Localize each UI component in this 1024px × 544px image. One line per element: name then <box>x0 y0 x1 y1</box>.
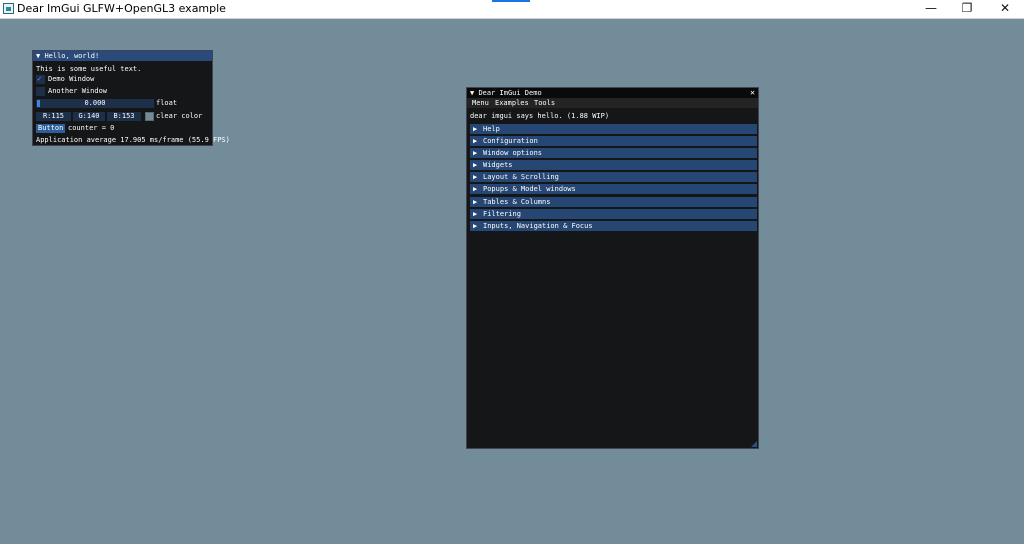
float-value: 0.000 <box>84 99 106 107</box>
header-label: Inputs, Navigation & Focus <box>483 222 593 230</box>
expand-arrow-icon: ▶ <box>473 125 478 133</box>
expand-arrow-icon: ▶ <box>473 173 478 181</box>
header-configuration[interactable]: ▶ Configuration <box>470 136 757 146</box>
header-label: Tables & Columns <box>483 198 551 206</box>
header-popups-modal[interactable]: ▶ Popups & Model windows <box>470 184 757 194</box>
color-r-field[interactable]: R:115 <box>36 112 71 121</box>
useful-text: This is some useful text. <box>36 65 142 73</box>
float-label: float <box>156 99 178 107</box>
expand-arrow-icon: ▶ <box>473 185 478 193</box>
header-label: Configuration <box>483 137 538 145</box>
says-hello-text: dear imgui says hello. (1.88 WIP) <box>470 112 610 120</box>
counter-button[interactable]: Button <box>36 124 66 133</box>
demo-window-title: Dear ImGui Demo <box>478 89 542 97</box>
close-icon[interactable]: ✕ <box>750 88 755 98</box>
hello-window-titlebar[interactable]: ▼ Hello, world! <box>33 51 212 61</box>
header-widgets[interactable]: ▶ Widgets <box>470 160 757 170</box>
hello-world-window: ▼ Hello, world! This is some useful text… <box>32 50 230 146</box>
os-title-bar: Dear ImGui GLFW+OpenGL3 example — ❐ ✕ <box>0 0 1024 19</box>
menu-tools[interactable]: Tools <box>534 98 555 108</box>
resize-grip[interactable] <box>751 441 757 447</box>
header-label: Popups & Model windows <box>483 185 576 193</box>
collapse-arrow-icon[interactable]: ▼ <box>36 52 40 60</box>
imgui-demo-window: ▼ Dear ImGui Demo ✕ Menu Examples Tools … <box>466 87 759 449</box>
fps-text: Application average 17.905 ms/frame (55.… <box>36 136 230 144</box>
collapse-arrow-icon[interactable]: ▼ <box>470 89 474 97</box>
expand-arrow-icon: ▶ <box>473 149 478 157</box>
os-window-title: Dear ImGui GLFW+OpenGL3 example <box>17 2 226 15</box>
menu-bar: Menu Examples Tools <box>467 98 758 108</box>
header-inputs-navigation[interactable]: ▶ Inputs, Navigation & Focus <box>470 221 757 231</box>
expand-arrow-icon: ▶ <box>473 198 478 206</box>
header-label: Widgets <box>483 161 513 169</box>
minimize-button[interactable]: — <box>913 0 949 18</box>
hello-window-title: Hello, world! <box>44 52 100 60</box>
header-filtering[interactable]: ▶ Filtering <box>470 209 757 219</box>
color-g-field[interactable]: G:140 <box>73 112 105 121</box>
demo-window-checkbox[interactable]: ✓ <box>36 74 45 84</box>
color-b-field[interactable]: B:153 <box>107 112 141 121</box>
clear-color-label: clear color <box>156 112 203 120</box>
expand-arrow-icon: ▶ <box>473 222 478 230</box>
slider-grab[interactable] <box>37 100 40 107</box>
taskbar-accent <box>492 0 530 2</box>
restore-button[interactable]: ❐ <box>949 0 985 18</box>
header-label: Layout & Scrolling <box>483 173 559 181</box>
menu-menu[interactable]: Menu <box>472 98 489 108</box>
checkmark-icon: ✓ <box>37 74 42 83</box>
demo-window-label: Demo Window <box>48 75 95 83</box>
demo-window-titlebar[interactable]: ▼ Dear ImGui Demo ✕ <box>467 88 758 98</box>
header-window-options[interactable]: ▶ Window options <box>470 148 757 158</box>
another-window-label: Another Window <box>48 87 108 95</box>
header-label: Help <box>483 125 500 133</box>
header-label: Filtering <box>483 210 521 218</box>
app-icon <box>3 3 14 14</box>
counter-text: counter = 0 <box>68 124 115 132</box>
header-tables-columns[interactable]: ▶ Tables & Columns <box>470 197 757 207</box>
clear-color-swatch[interactable] <box>145 112 154 121</box>
header-label: Window options <box>483 149 543 157</box>
menu-examples[interactable]: Examples <box>495 98 529 108</box>
header-help[interactable]: ▶ Help <box>470 124 757 134</box>
float-slider[interactable]: 0.000 <box>36 99 154 108</box>
close-button[interactable]: ✕ <box>987 0 1023 18</box>
expand-arrow-icon: ▶ <box>473 161 478 169</box>
another-window-checkbox[interactable] <box>36 87 45 96</box>
expand-arrow-icon: ▶ <box>473 137 478 145</box>
expand-arrow-icon: ▶ <box>473 210 478 218</box>
header-layout-scrolling[interactable]: ▶ Layout & Scrolling <box>470 172 757 182</box>
